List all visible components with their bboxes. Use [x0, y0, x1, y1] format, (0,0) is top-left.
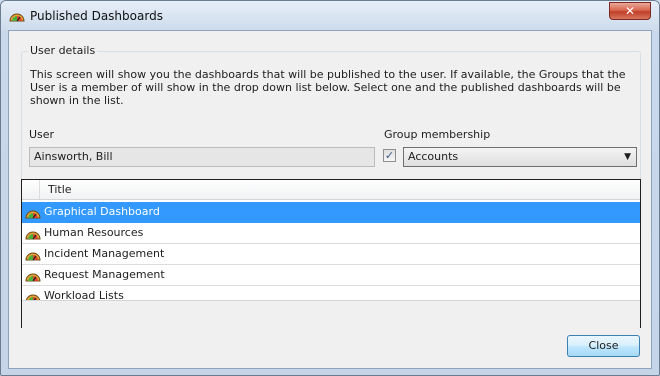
- list-header: Title: [22, 180, 640, 200]
- description-text: This screen will show you the dashboards…: [30, 68, 626, 107]
- dialog-client-area: User details This screen will show you t…: [8, 30, 652, 369]
- dialog-window: Published Dashboards ✕ User details This…: [0, 0, 660, 376]
- window-close-button[interactable]: ✕: [609, 2, 651, 20]
- user-label: User: [29, 128, 55, 141]
- group-select-value: Accounts: [408, 150, 459, 163]
- list-item-label: Human Resources: [44, 226, 144, 239]
- gauge-icon: [25, 231, 41, 240]
- list-item-label: Incident Management: [44, 247, 165, 260]
- gauge-icon: [9, 13, 25, 22]
- gauge-icon: [25, 210, 41, 219]
- list-item-label: Request Management: [44, 268, 165, 281]
- gauge-icon: [25, 252, 41, 261]
- list-empty-area: [22, 300, 640, 328]
- header-divider: [39, 180, 40, 199]
- group-legend: User details: [28, 44, 98, 57]
- dashboard-list[interactable]: Title Graphical Dashboard Human Resource…: [21, 179, 641, 328]
- title-bar[interactable]: Published Dashboards ✕: [1, 1, 659, 31]
- list-item[interactable]: Incident Management: [22, 244, 640, 265]
- close-button[interactable]: Close: [567, 335, 640, 357]
- checkmark-icon: ✓: [384, 149, 395, 162]
- chevron-down-icon: ▼: [624, 152, 631, 162]
- column-header-title[interactable]: Title: [48, 183, 72, 196]
- user-field: Ainsworth, Bill: [29, 147, 375, 167]
- group-checkbox[interactable]: ✓: [383, 149, 396, 162]
- window-title: Published Dashboards: [30, 9, 163, 23]
- gauge-icon: [25, 273, 41, 282]
- list-item[interactable]: Request Management: [22, 265, 640, 286]
- close-icon: ✕: [624, 4, 636, 18]
- list-rows: Graphical Dashboard Human Resources Inci…: [22, 202, 640, 307]
- list-item[interactable]: Human Resources: [22, 223, 640, 244]
- list-item[interactable]: Graphical Dashboard: [22, 202, 640, 223]
- group-membership-label: Group membership: [384, 128, 491, 141]
- list-item-label: Graphical Dashboard: [44, 205, 160, 218]
- group-select[interactable]: Accounts ▼: [403, 147, 637, 167]
